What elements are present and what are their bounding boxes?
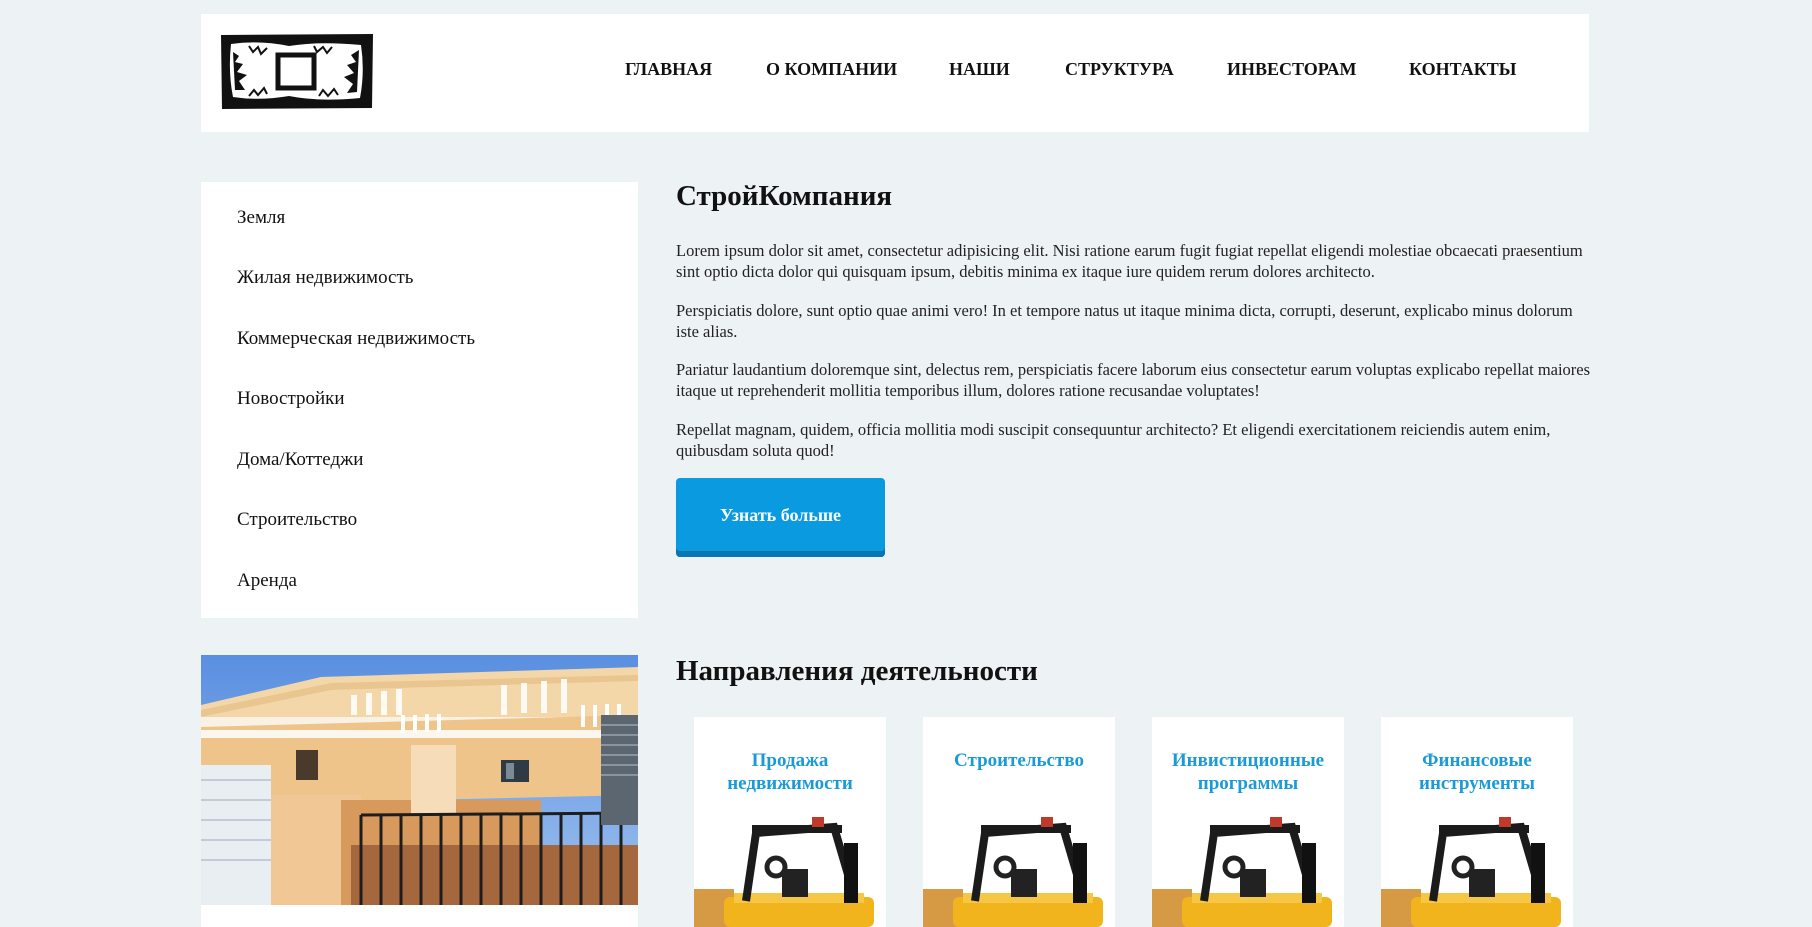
forklift-icon — [694, 817, 874, 927]
activity-card-investment[interactable]: Инвистиционные программы — [1152, 717, 1344, 927]
sidebar-menu: Земля Жилая недвижимость Коммерческая не… — [201, 182, 638, 618]
forklift-icon — [1381, 817, 1561, 927]
photo-card-footer — [201, 905, 638, 927]
property-photo — [201, 655, 638, 905]
sidebar-item-commercial[interactable]: Коммерческая недвижимость — [237, 328, 475, 350]
activity-card-title: Продажа недвижимости — [727, 750, 853, 794]
activity-card-construction[interactable]: Строительство — [923, 717, 1115, 927]
page-title: СтройКомпания — [676, 180, 893, 212]
intro-paragraph-3: Pariatur laudantium doloremque sint, del… — [676, 360, 1591, 400]
nav-link-about[interactable]: О КОМПАНИИ — [766, 59, 897, 80]
activity-card-sales[interactable]: Продажа недвижимости — [694, 717, 886, 927]
activity-card-title: Финансовые инструменты — [1419, 750, 1535, 794]
activity-card-title: Инвистиционные программы — [1171, 750, 1325, 794]
nav-link-contacts[interactable]: КОНТАКТЫ — [1409, 59, 1516, 80]
sidebar-item-houses[interactable]: Дома/Коттеджи — [237, 449, 363, 471]
sidebar-item-construction[interactable]: Строительство — [237, 509, 357, 531]
sidebar-item-new-buildings[interactable]: Новостройки — [237, 388, 345, 410]
intro-paragraph-4: Repellat magnam, quidem, officia molliti… — [676, 420, 1551, 460]
sidebar-item-land[interactable]: Земля — [237, 207, 285, 229]
forklift-icon — [1152, 817, 1332, 927]
nav-link-home[interactable]: ГЛАВНАЯ — [625, 59, 712, 80]
sidebar-item-residential[interactable]: Жилая недвижимость — [237, 267, 413, 289]
nav-link-investors[interactable]: ИНВЕСТОРАМ — [1227, 59, 1356, 80]
forklift-icon — [923, 817, 1103, 927]
learn-more-button[interactable]: Узнать больше — [676, 478, 885, 557]
activity-card-title: Строительство — [954, 750, 1084, 771]
nav-link-ours[interactable]: НАШИ — [949, 59, 1010, 80]
activity-card-finance[interactable]: Финансовые инструменты — [1381, 717, 1573, 927]
activities-title: Направления деятельности — [676, 655, 1038, 687]
main-nav: ГЛАВНАЯ О КОМПАНИИ НАШИ СТРУКТУРА ИНВЕСТ… — [0, 59, 1812, 83]
sidebar-item-rent[interactable]: Аренда — [237, 570, 297, 592]
nav-link-structure[interactable]: СТРУКТУРА — [1065, 59, 1174, 80]
intro-paragraph-2: Perspiciatis dolore, sunt optio quae ani… — [676, 301, 1573, 341]
intro-paragraph-1: Lorem ipsum dolor sit amet, consectetur … — [676, 241, 1583, 281]
